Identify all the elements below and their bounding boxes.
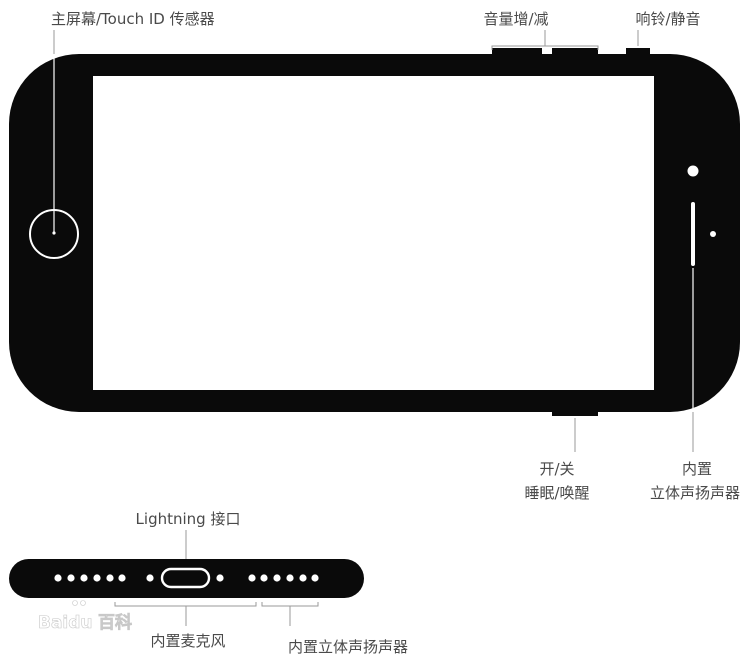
speaker-hole bbox=[93, 574, 101, 582]
phone-landscape-view bbox=[9, 48, 740, 416]
microphone-label: 内置麦克风 bbox=[150, 632, 225, 650]
watermark-brand: Baidu bbox=[38, 613, 93, 633]
microphone-leader-bracket bbox=[114, 602, 257, 607]
ring-silent-label: 响铃/静音 bbox=[635, 10, 700, 28]
screw-right bbox=[216, 574, 224, 582]
speaker-hole bbox=[118, 574, 126, 582]
speaker-bottom-leader-bracket bbox=[261, 602, 319, 607]
phone-bottom-view bbox=[9, 559, 364, 598]
power-label-line1: 开/关 bbox=[539, 460, 574, 478]
speaker-hole bbox=[67, 574, 75, 582]
front-camera-dot bbox=[687, 165, 699, 177]
baidu-baike-watermark: Baidu 百科 bbox=[38, 600, 132, 633]
speaker-side-label-line2: 立体声扬声器 bbox=[650, 484, 740, 502]
proximity-sensor-dot bbox=[710, 231, 716, 237]
volume-label: 音量增/减 bbox=[483, 10, 548, 28]
speaker-hole bbox=[106, 574, 114, 582]
watermark-paw-icon bbox=[72, 600, 78, 606]
speaker-hole bbox=[260, 574, 268, 582]
watermark-paw-icon bbox=[80, 600, 86, 606]
watermark-suffix: 百科 bbox=[98, 612, 132, 633]
speaker-bottom-label: 内置立体声扬声器 bbox=[288, 638, 408, 656]
speaker-hole bbox=[248, 574, 256, 582]
power-label-line2: 睡眠/唤醒 bbox=[524, 484, 589, 502]
phone-screen bbox=[93, 76, 654, 390]
speaker-hole bbox=[80, 574, 88, 582]
speaker-hole bbox=[273, 574, 281, 582]
speaker-side-label-line1: 内置 bbox=[682, 460, 712, 478]
speaker-hole bbox=[311, 574, 319, 582]
speaker-hole bbox=[286, 574, 294, 582]
iphone-diagram: 主屏幕/Touch ID 传感器 音量增/减 响铃/静音 开/关 睡眠/唤醒 内… bbox=[9, 10, 740, 656]
earpiece-speaker-slot bbox=[691, 202, 695, 266]
speaker-hole bbox=[54, 574, 62, 582]
home-button-label: 主屏幕/Touch ID 传感器 bbox=[51, 10, 215, 28]
lightning-label: Lightning 接口 bbox=[136, 510, 241, 528]
speaker-hole bbox=[299, 574, 307, 582]
home-leader-dot bbox=[52, 231, 56, 235]
bottom-edge-body bbox=[9, 559, 364, 598]
screw-left bbox=[146, 574, 154, 582]
